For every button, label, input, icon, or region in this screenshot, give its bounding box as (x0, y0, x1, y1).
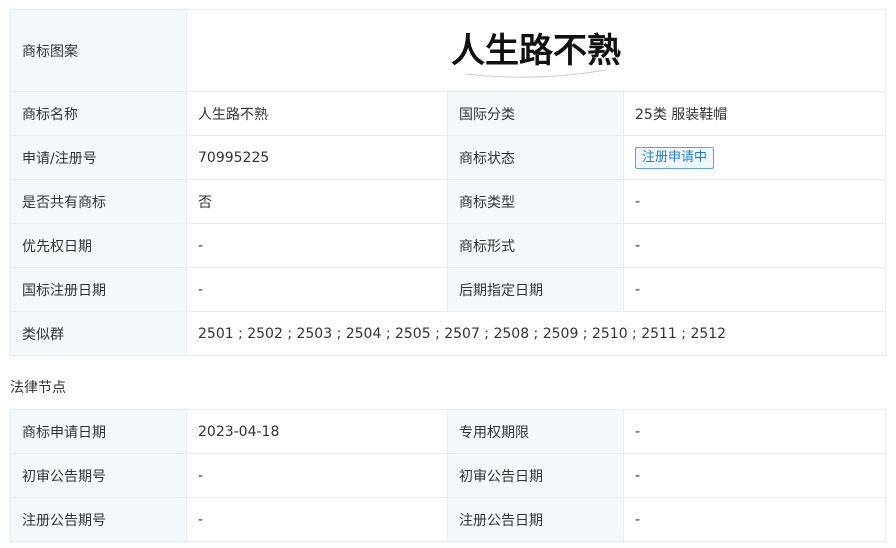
reg-label: 申请/注册号 (10, 135, 187, 180)
later-value: - (622, 267, 887, 312)
prelim-no-label: 初审公告期号 (10, 453, 187, 498)
prelim-no-value: - (186, 453, 448, 498)
logo-text: 人生路不熟 (451, 31, 621, 71)
table-row: 申请/注册号 70995225 商标状态 注册申请中 (10, 135, 887, 180)
table-row: 国标注册日期 - 后期指定日期 - (10, 267, 887, 312)
table-row: 类似群 2501 ; 2502 ; 2503 ; 2504 ; 2505 ; 2… (10, 311, 887, 356)
apply-date-value: 2023-04-18 (186, 409, 448, 454)
prelim-date-label: 初审公告日期 (447, 453, 624, 498)
legal-section-title: 法律节点 (10, 380, 66, 396)
trademark-logo-image: 人生路不熟 (451, 31, 621, 78)
reg-date-label: 注册公告日期 (447, 497, 624, 542)
class-label: 国际分类 (447, 91, 624, 136)
class-value: 25类 服装鞋帽 (622, 91, 887, 136)
name-label: 商标名称 (10, 91, 187, 136)
type-label: 商标类型 (447, 179, 624, 224)
similar-value: 2501 ; 2502 ; 2503 ; 2504 ; 2505 ; 2507 … (185, 311, 887, 356)
prelim-date-value: - (623, 453, 886, 498)
reg-value: 70995225 (186, 135, 448, 180)
shared-label: 是否共有商标 (10, 179, 187, 224)
table-row: 商标申请日期 2023-04-18 专用权期限 - (10, 409, 886, 454)
similar-label: 类似群 (10, 311, 187, 356)
exclusive-value: - (623, 409, 886, 454)
name-value: 人生路不熟 (186, 91, 448, 136)
reg-date-value: - (623, 497, 886, 542)
shared-value: 否 (186, 179, 448, 224)
form-label: 商标形式 (447, 223, 624, 268)
trademark-info-table: 商标图案 人生路不熟 商标名称 人生路不熟 国际分类 25类 服装鞋帽 申请/注… (10, 9, 887, 356)
status-badge[interactable]: 注册申请中 (635, 146, 715, 169)
reg-no-label: 注册公告期号 (10, 497, 187, 542)
reg-no-value: - (186, 497, 448, 542)
table-row: 商标名称 人生路不熟 国际分类 25类 服装鞋帽 (10, 91, 887, 136)
priority-label: 优先权日期 (10, 223, 187, 268)
intl-label: 国标注册日期 (10, 267, 187, 312)
form-value: - (622, 223, 887, 268)
table-row: 是否共有商标 否 商标类型 - (10, 179, 887, 224)
apply-date-label: 商标申请日期 (10, 409, 187, 454)
later-label: 后期指定日期 (447, 267, 624, 312)
status-cell: 注册申请中 (622, 135, 887, 180)
table-row: 优先权日期 - 商标形式 - (10, 223, 887, 268)
legal-nodes-table: 商标申请日期 2023-04-18 专用权期限 - 初审公告期号 - 初审公告日… (10, 409, 886, 542)
intl-value: - (186, 267, 448, 312)
priority-value: - (186, 223, 448, 268)
table-row: 商标图案 人生路不熟 (10, 9, 887, 92)
trademark-logo-cell: 人生路不熟 (185, 9, 887, 92)
image-label: 商标图案 (10, 9, 187, 92)
table-row: 注册公告期号 - 注册公告日期 - (10, 497, 886, 542)
exclusive-label: 专用权期限 (447, 409, 624, 454)
type-value: - (622, 179, 887, 224)
table-row: 初审公告期号 - 初审公告日期 - (10, 453, 886, 498)
status-label: 商标状态 (447, 135, 624, 180)
